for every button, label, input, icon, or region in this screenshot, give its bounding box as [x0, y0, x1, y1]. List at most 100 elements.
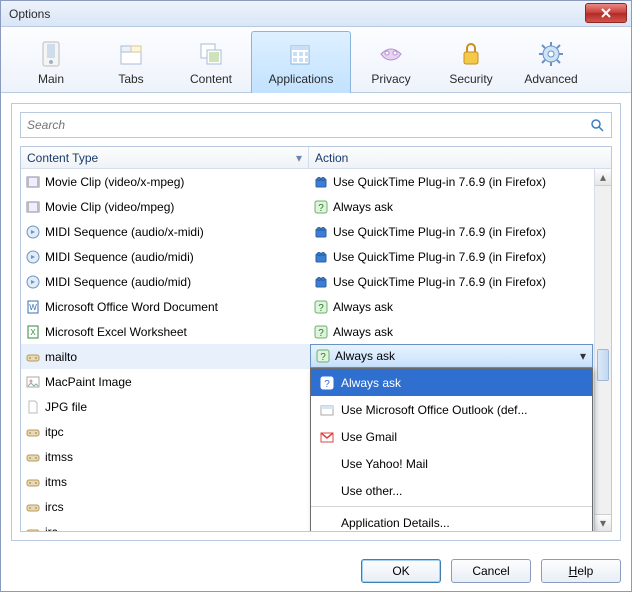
column-content-type[interactable]: Content Type ▾	[21, 147, 309, 168]
action-label: Always ask	[333, 200, 393, 214]
menu-separator	[311, 506, 592, 507]
content-type-label: itmss	[45, 450, 73, 464]
scroll-down-icon[interactable]: ▾	[595, 514, 611, 531]
tab-privacy[interactable]: Privacy	[351, 31, 431, 93]
dropdown-menu: ? Always ask Use Microsoft Office Outlook …	[310, 368, 593, 532]
menu-item-label: Application Details...	[341, 516, 450, 530]
svg-text:?: ?	[324, 379, 330, 390]
cell-content-type: Movie Clip (video/mpeg)	[21, 194, 309, 219]
tab-applications[interactable]: Applications	[251, 31, 351, 93]
ok-button[interactable]: OK	[361, 559, 441, 583]
table-row[interactable]: MIDI Sequence (audio/x-midi)Use QuickTim…	[21, 219, 594, 244]
menu-item[interactable]: Use other...	[311, 477, 592, 504]
svg-text:?: ?	[320, 352, 326, 363]
table-row[interactable]: MIDI Sequence (audio/mid)Use QuickTime P…	[21, 269, 594, 294]
tab-security[interactable]: Security	[431, 31, 511, 93]
cell-action: Use QuickTime Plug-in 7.6.9 (in Firefox)	[309, 219, 594, 244]
menu-item[interactable]: Application Details...	[311, 509, 592, 532]
ask-icon: ?	[319, 375, 335, 391]
scroll-up-icon[interactable]: ▴	[595, 169, 611, 186]
action-label: Use QuickTime Plug-in 7.6.9 (in Firefox)	[333, 250, 546, 264]
close-button[interactable]	[585, 3, 627, 23]
menu-item[interactable]: Use Yahoo! Mail	[311, 450, 592, 477]
ask-icon: ?	[313, 199, 329, 215]
menu-item[interactable]: ? Always ask	[311, 369, 592, 396]
menu-item[interactable]: Use Microsoft Office Outlook (def...	[311, 396, 592, 423]
options-window: Options Main Tabs Content	[0, 0, 632, 592]
table-row[interactable]: XMicrosoft Excel Worksheet?Always ask	[21, 319, 594, 344]
lego-icon	[313, 274, 329, 290]
tab-content[interactable]: Content	[171, 31, 251, 93]
content-type-label: irc	[45, 525, 58, 532]
dialog-buttons: OK Cancel Help	[1, 551, 631, 591]
dropdown-selected-label: Always ask	[335, 349, 395, 363]
content-type-label: MIDI Sequence (audio/midi)	[45, 250, 194, 264]
ask-icon: ?	[313, 299, 329, 315]
tab-label: Advanced	[524, 72, 577, 86]
action-dropdown[interactable]: ? Always ask ▾	[310, 344, 593, 368]
table-row[interactable]: WMicrosoft Office Word Document?Always a…	[21, 294, 594, 319]
tabs-icon	[115, 38, 147, 70]
cell-content-type: Movie Clip (video/x-mpeg)	[21, 169, 309, 194]
proto-icon	[25, 424, 41, 440]
menu-item-label: Always ask	[341, 376, 401, 390]
excel-icon: X	[25, 324, 41, 340]
content-type-label: itms	[45, 475, 67, 489]
scroll-thumb[interactable]	[597, 349, 609, 381]
table-row[interactable]: MIDI Sequence (audio/midi) Use QuickTime …	[21, 244, 594, 269]
privacy-icon	[375, 38, 407, 70]
help-button[interactable]: Help	[541, 559, 621, 583]
tab-main[interactable]: Main	[11, 31, 91, 93]
svg-text:W: W	[29, 303, 37, 312]
scrollbar[interactable]: ▴ ▾	[594, 169, 611, 531]
cancel-button[interactable]: Cancel	[451, 559, 531, 583]
tab-label: Privacy	[371, 72, 410, 86]
column-action[interactable]: Action	[309, 147, 611, 168]
content-type-label: JPG file	[45, 400, 87, 414]
column-label: Action	[315, 151, 348, 165]
svg-text:?: ?	[318, 203, 324, 214]
cell-action: Use QuickTime Plug-in 7.6.9 (in Firefox)	[309, 169, 594, 194]
svg-text:?: ?	[318, 303, 324, 314]
cell-content-type: MacPaint Image	[21, 369, 309, 394]
toolbar: Main Tabs Content Applications Privacy	[1, 27, 631, 93]
content-type-label: Movie Clip (video/mpeg)	[45, 200, 174, 214]
tab-label: Main	[38, 72, 64, 86]
img-icon	[25, 374, 41, 390]
proto-icon	[25, 349, 41, 365]
word-icon: W	[25, 299, 41, 315]
gmail-icon	[319, 429, 335, 445]
search-input[interactable]	[27, 118, 589, 132]
film-icon	[25, 199, 41, 215]
film-icon	[25, 174, 41, 190]
content-type-label: MIDI Sequence (audio/mid)	[45, 275, 191, 289]
tab-label: Security	[449, 72, 492, 86]
cell-content-type: JPG file	[21, 394, 309, 419]
button-label: Cancel	[472, 564, 509, 578]
audio-icon	[25, 274, 41, 290]
main-icon	[35, 38, 67, 70]
chevron-down-icon: ▾	[580, 349, 588, 363]
table-row[interactable]: Movie Clip (video/x-mpeg)Use QuickTime P…	[21, 169, 594, 194]
action-label: Always ask	[333, 325, 393, 339]
menu-item[interactable]: Use Gmail	[311, 423, 592, 450]
cell-action: ?Always ask	[309, 294, 594, 319]
search-box[interactable]	[20, 112, 612, 138]
table-row[interactable]: Movie Clip (video/mpeg)? Always ask	[21, 194, 594, 219]
ask-icon: ?	[313, 324, 329, 340]
menu-item-label: Use Yahoo! Mail	[341, 457, 428, 471]
tab-advanced[interactable]: Advanced	[511, 31, 591, 93]
search-icon	[589, 117, 605, 133]
titlebar: Options	[1, 1, 631, 27]
button-label: Help	[569, 564, 594, 578]
cell-content-type: WMicrosoft Office Word Document	[21, 294, 309, 319]
proto-icon	[25, 474, 41, 490]
tab-tabs[interactable]: Tabs	[91, 31, 171, 93]
window-title: Options	[9, 7, 50, 21]
content-type-label: mailto	[45, 350, 77, 364]
proto-icon	[25, 449, 41, 465]
advanced-icon	[535, 38, 567, 70]
action-label: Use QuickTime Plug-in 7.6.9 (in Firefox)	[333, 225, 546, 239]
proto-icon	[25, 499, 41, 515]
close-icon	[598, 5, 614, 21]
